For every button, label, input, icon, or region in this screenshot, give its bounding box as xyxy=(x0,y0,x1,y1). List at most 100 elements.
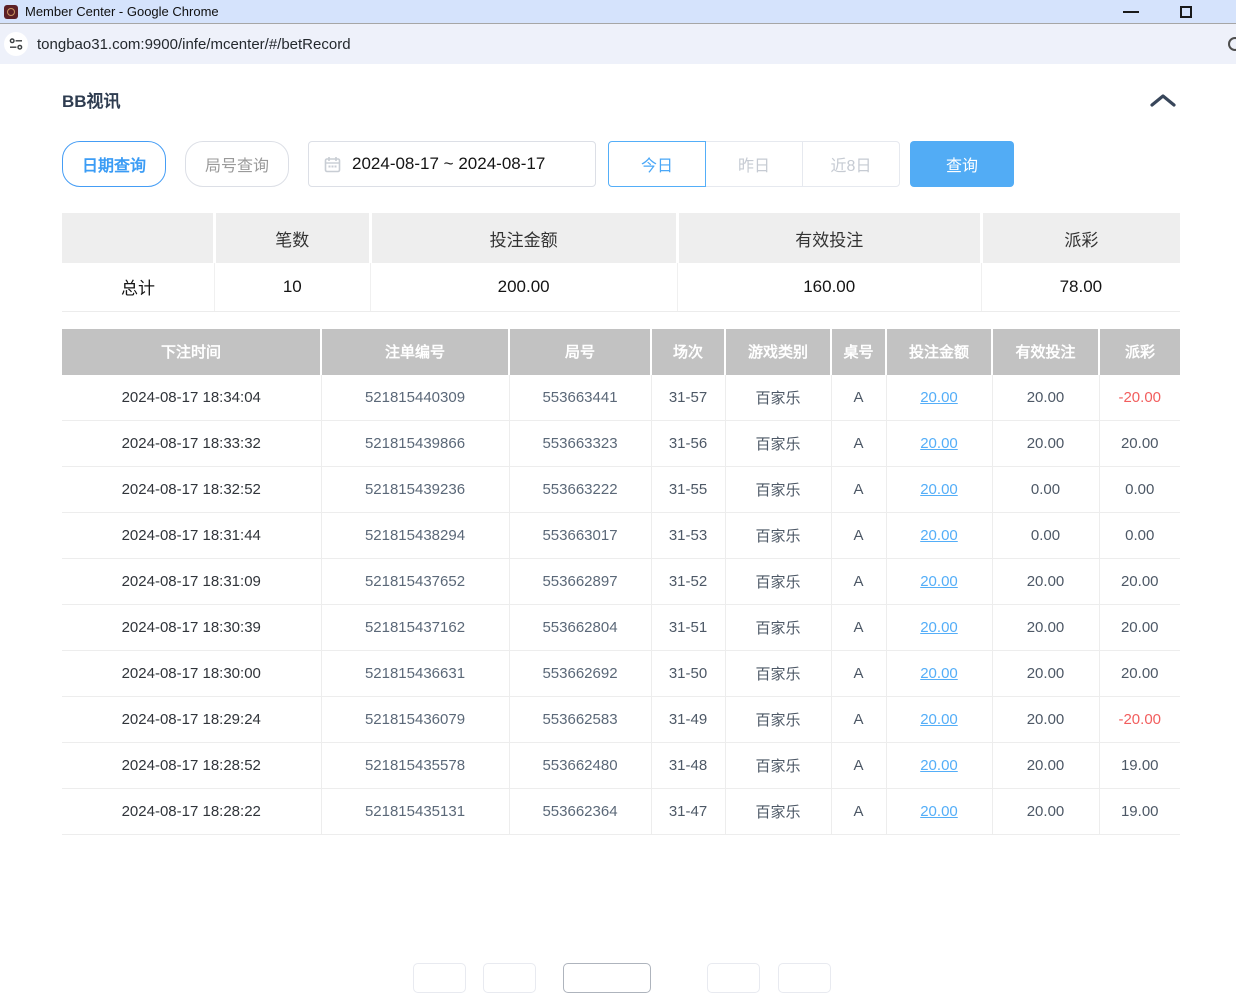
payout-cell: 19.00 xyxy=(1099,743,1180,789)
table-no-cell: A xyxy=(831,743,886,789)
bet-amount-link[interactable]: 20.00 xyxy=(920,757,958,774)
pagination-next-button[interactable] xyxy=(707,963,760,993)
bet-record-row: 2024-08-17 18:28:52 521815435578 5536624… xyxy=(62,743,1180,789)
order-no-cell: 521815439866 xyxy=(321,421,509,467)
yesterday-button[interactable]: 昨日 xyxy=(705,141,803,187)
game-type-cell: 百家乐 xyxy=(725,421,831,467)
round-no-cell: 553662480 xyxy=(509,743,651,789)
bet-record-table: 下注时间 注单编号 局号 场次 游戏类别 桌号 投注金额 有效投注 派彩 202… xyxy=(62,329,1180,836)
bet-amount-cell: 20.00 xyxy=(886,467,992,513)
round-no-cell: 553662804 xyxy=(509,605,651,651)
bet-time-cell: 2024-08-17 18:31:44 xyxy=(62,513,321,559)
today-button[interactable]: 今日 xyxy=(608,141,706,187)
valid-bet-cell: 20.00 xyxy=(992,697,1099,743)
minimize-icon xyxy=(1123,11,1139,13)
bet-table-body: 2024-08-17 18:34:04 521815440309 5536634… xyxy=(62,375,1180,835)
order-no-cell: 521815438294 xyxy=(321,513,509,559)
pagination-last-button[interactable] xyxy=(778,963,831,993)
minimize-button[interactable] xyxy=(1111,0,1151,24)
bet-amount-link[interactable]: 20.00 xyxy=(920,711,958,728)
table-no-cell: A xyxy=(831,375,886,421)
summary-total-bet-amount: 200.00 xyxy=(370,263,677,311)
order-no-cell: 521815437652 xyxy=(321,559,509,605)
page-header: BB视讯 xyxy=(62,90,1180,114)
game-type-cell: 百家乐 xyxy=(725,559,831,605)
summary-header-bet-amount: 投注金额 xyxy=(370,213,677,263)
url-text[interactable]: tongbao31.com:9900/infe/mcenter/#/betRec… xyxy=(37,36,351,53)
bet-time-cell: 2024-08-17 18:33:32 xyxy=(62,421,321,467)
session-cell: 31-52 xyxy=(651,559,725,605)
bet-time-cell: 2024-08-17 18:34:04 xyxy=(62,375,321,421)
date-range-input[interactable]: 2024-08-17 ~ 2024-08-17 xyxy=(308,141,596,187)
address-bar[interactable]: tongbao31.com:9900/infe/mcenter/#/betRec… xyxy=(0,24,1236,64)
valid-bet-cell: 20.00 xyxy=(992,651,1099,697)
round-no-cell: 553662364 xyxy=(509,789,651,835)
order-no-cell: 521815435131 xyxy=(321,789,509,835)
pagination-page-select[interactable] xyxy=(563,963,651,993)
table-no-cell: A xyxy=(831,651,886,697)
session-cell: 31-53 xyxy=(651,513,725,559)
last8days-button[interactable]: 近8日 xyxy=(802,141,900,187)
session-cell: 31-47 xyxy=(651,789,725,835)
summary-header-row: 笔数 投注金额 有效投注 派彩 xyxy=(62,213,1180,263)
session-cell: 31-51 xyxy=(651,605,725,651)
valid-bet-cell: 20.00 xyxy=(992,559,1099,605)
search-button[interactable]: 查询 xyxy=(910,141,1014,187)
bet-amount-link[interactable]: 20.00 xyxy=(920,665,958,682)
bet-amount-link[interactable]: 20.00 xyxy=(920,435,958,452)
summary-total-label: 总计 xyxy=(62,263,215,311)
bet-record-row: 2024-08-17 18:33:32 521815439866 5536633… xyxy=(62,421,1180,467)
summary-table: 笔数 投注金额 有效投注 派彩 总计 10 200.00 160.00 78.0… xyxy=(62,213,1180,312)
payout-cell: 20.00 xyxy=(1099,651,1180,697)
payout-cell: 0.00 xyxy=(1099,513,1180,559)
table-no-cell: A xyxy=(831,513,886,559)
bet-amount-link[interactable]: 20.00 xyxy=(920,389,958,406)
maximize-button[interactable] xyxy=(1166,0,1206,24)
bet-amount-cell: 20.00 xyxy=(886,421,992,467)
bet-amount-cell: 20.00 xyxy=(886,513,992,559)
round-no-cell: 553663441 xyxy=(509,375,651,421)
bet-amount-link[interactable]: 20.00 xyxy=(920,619,958,636)
pagination-first-button[interactable] xyxy=(413,963,466,993)
payout-cell: -20.00 xyxy=(1099,697,1180,743)
quick-range-group: 今日 昨日 近8日 xyxy=(608,141,900,187)
calendar-icon xyxy=(324,156,341,173)
browser-window: Member Center - Google Chrome tongbao31.… xyxy=(0,0,1236,835)
bet-amount-link[interactable]: 20.00 xyxy=(920,527,958,544)
bet-amount-cell: 20.00 xyxy=(886,697,992,743)
bet-amount-cell: 20.00 xyxy=(886,743,992,789)
valid-bet-cell: 0.00 xyxy=(992,513,1099,559)
bet-amount-link[interactable]: 20.00 xyxy=(920,573,958,590)
site-settings-button[interactable] xyxy=(4,32,28,56)
valid-bet-cell: 20.00 xyxy=(992,605,1099,651)
bet-time-cell: 2024-08-17 18:31:09 xyxy=(62,559,321,605)
valid-bet-cell: 20.00 xyxy=(992,421,1099,467)
summary-total-count: 10 xyxy=(215,263,371,311)
clipped-right-icon[interactable] xyxy=(1228,37,1236,51)
bet-amount-cell: 20.00 xyxy=(886,651,992,697)
header-session: 场次 xyxy=(651,329,725,375)
pagination-prev-button[interactable] xyxy=(483,963,536,993)
header-valid-bet: 有效投注 xyxy=(992,329,1099,375)
maximize-icon xyxy=(1180,6,1192,18)
bet-time-cell: 2024-08-17 18:32:52 xyxy=(62,467,321,513)
game-type-cell: 百家乐 xyxy=(725,605,831,651)
session-cell: 31-50 xyxy=(651,651,725,697)
header-payout: 派彩 xyxy=(1099,329,1180,375)
bet-amount-link[interactable]: 20.00 xyxy=(920,803,958,820)
order-no-cell: 521815440309 xyxy=(321,375,509,421)
collapse-panel-button[interactable] xyxy=(1150,94,1176,110)
valid-bet-cell: 20.00 xyxy=(992,375,1099,421)
date-query-tab[interactable]: 日期查询 xyxy=(62,141,166,187)
round-query-tab[interactable]: 局号查询 xyxy=(185,141,289,187)
bet-time-cell: 2024-08-17 18:30:39 xyxy=(62,605,321,651)
bet-record-row: 2024-08-17 18:31:09 521815437652 5536628… xyxy=(62,559,1180,605)
bet-amount-link[interactable]: 20.00 xyxy=(920,481,958,498)
bet-time-cell: 2024-08-17 18:30:00 xyxy=(62,651,321,697)
payout-cell: 20.00 xyxy=(1099,421,1180,467)
header-bet-time: 下注时间 xyxy=(62,329,321,375)
table-no-cell: A xyxy=(831,559,886,605)
titlebar: Member Center - Google Chrome xyxy=(0,0,1236,24)
bet-record-row: 2024-08-17 18:31:44 521815438294 5536630… xyxy=(62,513,1180,559)
game-type-cell: 百家乐 xyxy=(725,651,831,697)
